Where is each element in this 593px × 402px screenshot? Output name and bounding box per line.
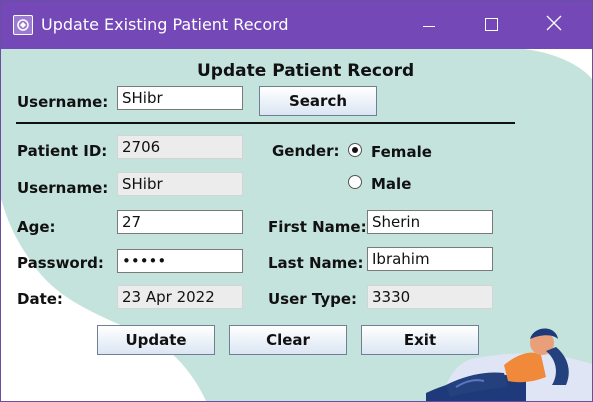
minimize-icon <box>423 26 435 27</box>
update-button[interactable]: Update <box>97 325 215 355</box>
last-name-input[interactable]: Ibrahim <box>367 247 493 271</box>
separator-line <box>16 122 515 124</box>
search-username-label: Username: <box>17 93 109 111</box>
password-label: Password: <box>17 254 104 272</box>
search-button[interactable]: Search <box>259 86 377 116</box>
gender-label: Gender: <box>272 142 340 160</box>
gender-male-radio[interactable] <box>348 175 362 189</box>
gender-female-label[interactable]: Female <box>371 143 432 161</box>
username-field: SHibr <box>117 172 243 196</box>
date-field: 23 Apr 2022 <box>117 285 243 309</box>
first-name-label: First Name: <box>268 218 367 236</box>
last-name-label: Last Name: <box>268 254 364 272</box>
age-input[interactable]: 27 <box>117 210 243 234</box>
patient-id-field: 2706 <box>117 135 243 159</box>
clear-button[interactable]: Clear <box>229 325 347 355</box>
title-bar[interactable]: Update Existing Patient Record <box>1 1 592 49</box>
app-icon <box>13 15 33 35</box>
first-name-input[interactable]: Sherin <box>367 210 493 234</box>
username-label: Username: <box>17 179 109 197</box>
app-window: Update Existing Patient Record Update Pa… <box>0 0 593 402</box>
form-heading: Update Patient Record <box>197 61 415 81</box>
password-input[interactable]: ••••• <box>117 249 243 273</box>
radio-selected-dot <box>352 147 358 153</box>
maximize-icon <box>485 18 498 31</box>
minimize-button[interactable] <box>399 1 461 49</box>
maximize-button[interactable] <box>461 1 523 49</box>
gender-female-radio[interactable] <box>348 143 362 157</box>
close-button[interactable] <box>524 1 586 49</box>
gender-male-label[interactable]: Male <box>371 175 411 193</box>
form-panel: Update Patient Record Username: SHibr Se… <box>1 49 592 401</box>
close-icon <box>546 15 562 31</box>
window-title: Update Existing Patient Record <box>41 15 289 34</box>
user-type-label: User Type: <box>268 290 358 308</box>
user-type-field: 3330 <box>367 285 493 309</box>
patient-id-label: Patient ID: <box>17 142 108 160</box>
patient-illustration <box>426 328 569 401</box>
age-label: Age: <box>17 218 56 236</box>
date-label: Date: <box>17 290 63 308</box>
search-username-input[interactable]: SHibr <box>117 86 243 110</box>
